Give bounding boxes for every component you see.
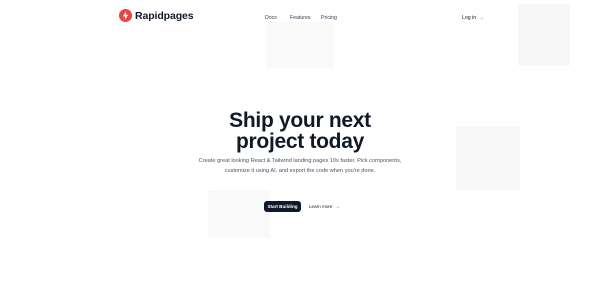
learn-more-label: Learn more xyxy=(309,204,333,209)
arrow-right-icon: → xyxy=(478,15,484,21)
nav-link-features[interactable]: Features xyxy=(290,14,310,22)
hero-title-line: project today xyxy=(236,130,364,153)
nav-link-pricing[interactable]: Pricing xyxy=(321,14,337,22)
login-link[interactable]: Log in → xyxy=(462,14,484,22)
login-label: Log in xyxy=(462,15,477,21)
arrow-right-icon: → xyxy=(334,204,340,210)
hero-title-line: Ship your next xyxy=(229,109,371,132)
learn-more-link[interactable]: Learn more → xyxy=(309,201,340,212)
hero-title: Ship your next project today xyxy=(0,110,600,152)
hero-subtitle-line: Create great looking React & Tailwind la… xyxy=(198,158,402,164)
hero-subtitle: Create great looking React & Tailwind la… xyxy=(0,156,600,176)
site-header: Rapidpages Docs Features Pricing Log in … xyxy=(0,0,600,34)
nav-link-docs[interactable]: Docs xyxy=(265,14,277,22)
landing-page: Rapidpages Docs Features Pricing Log in … xyxy=(0,0,600,301)
start-building-button[interactable]: Start Building xyxy=(264,201,301,212)
hero-subtitle-line: customize it using AI, and export the co… xyxy=(224,168,376,174)
background-tile xyxy=(208,190,270,238)
main-nav: Docs Features Pricing xyxy=(0,14,600,22)
